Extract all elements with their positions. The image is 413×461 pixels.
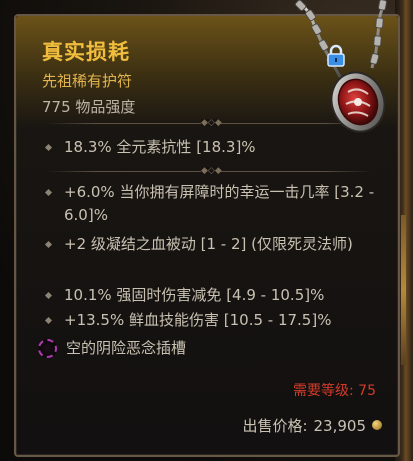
affix: +2 级凝结之血被动 [1 - 2] (仅限死灵法师) [44,233,376,256]
sell-price-label: 出售价格: [242,417,308,435]
item-name: 真实损耗 [42,39,130,64]
amulet-icon [294,0,388,133]
affix: +6.0% 当你拥有屏障时的幸运一击几率 [3.2 - 6.0]% [44,181,376,227]
affix: 10.1% 强固时伤害减免 [4.9 - 10.5]% [44,284,376,307]
item-type: 先祖稀有护符 [42,72,133,90]
divider-ornament-icon: ◆◇◆ [201,166,222,176]
lock-icon[interactable] [325,44,347,68]
bullet-icon [44,188,53,197]
affix-text: +13.5% 鲜血技能伤害 [10.5 - 17.5]% [64,311,332,329]
affix-text: +6.0% 当你拥有屏障时的幸运一击几率 [3.2 - 6.0]% [64,183,375,224]
affix-text: +2 级凝结之血被动 [1 - 2] (仅限死灵法师) [64,235,353,253]
sell-price-value: 23,905 [313,417,367,435]
empty-socket-icon [38,339,57,358]
affix-text: 10.1% 强固时伤害减免 [4.9 - 10.5]% [64,286,325,304]
divider: ◆◇◆ [46,167,372,176]
bullet-icon [44,143,53,152]
item-power: 775 物品强度 [42,98,136,116]
affix: +13.5% 鲜血技能伤害 [10.5 - 17.5]% [44,309,376,332]
socket-text: 空的阴险恶念插槽 [66,339,187,357]
bullet-icon [44,240,53,249]
game-screen: 真实损耗 先祖稀有护符 775 物品强度 ◆◇◆ 18.3% 全元素抗性 [18… [0,0,413,461]
gold-coin-icon [372,420,382,430]
sell-price: 出售价格: 23,905 [242,415,382,436]
bullet-icon [44,291,53,300]
divider-ornament-icon: ◆◇◆ [201,118,222,128]
required-level: 需要等级: 75 [293,383,376,399]
bullet-icon [44,316,53,325]
